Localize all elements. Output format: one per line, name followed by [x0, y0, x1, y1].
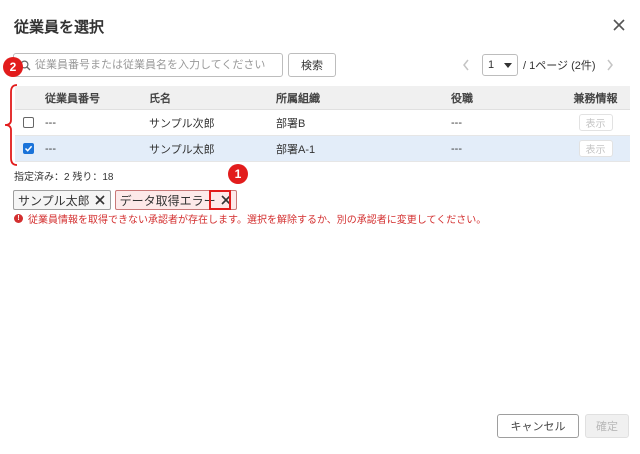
- cancel-button[interactable]: キャンセル: [497, 414, 579, 438]
- pager-info: / 1ページ (2件): [523, 60, 596, 72]
- row-checkbox[interactable]: [22, 143, 34, 154]
- chip-label: データ取得エラー: [119, 193, 216, 208]
- search-box: [13, 53, 283, 77]
- dialog-title: 従業員を選択: [14, 19, 105, 36]
- cell-org: 部署B: [276, 117, 306, 130]
- col-header-number: 従業員番号: [45, 92, 100, 105]
- error-icon: !: [14, 214, 23, 223]
- chevron-left-icon: [463, 59, 469, 71]
- col-header-org: 所属組織: [276, 92, 320, 105]
- cell-role: ---: [451, 116, 462, 129]
- row-checkbox[interactable]: [22, 117, 34, 128]
- pager-next-button[interactable]: [602, 57, 618, 73]
- annotation-bracket: [4, 84, 18, 166]
- annotation-highlight-box: [209, 190, 231, 210]
- page-select-value: 1: [488, 59, 495, 71]
- table-row[interactable]: --- サンプル太郎 部署A-1 --- 表示: [15, 136, 630, 162]
- error-message: ! 従業員情報を取得できない承認者が存在します。選択を解除するか、別の承認者に変…: [14, 211, 486, 226]
- close-icon: [95, 195, 105, 205]
- pager: 1 / 1ページ (2件): [458, 53, 618, 77]
- col-header-role: 役職: [451, 92, 473, 105]
- cell-org: 部署A-1: [276, 143, 316, 156]
- confirm-button[interactable]: 確定: [585, 414, 629, 438]
- chip-label: サンプル太郎: [18, 193, 90, 208]
- selected-chip: サンプル太郎: [13, 190, 111, 210]
- pager-prev-button[interactable]: [458, 57, 474, 73]
- show-extra-button[interactable]: 表示: [578, 140, 613, 157]
- chevron-right-icon: [606, 59, 613, 71]
- search-button[interactable]: 検索: [288, 53, 336, 77]
- cell-number: ---: [45, 142, 56, 155]
- annotation-badge-2: 2: [3, 57, 23, 77]
- col-header-name: 氏名: [149, 92, 171, 105]
- employee-table: 従業員番号 氏名 所属組織 役職 兼務情報 --- サンプル次郎 部署B ---…: [15, 86, 630, 162]
- table-row[interactable]: --- サンプル次郎 部署B --- 表示: [15, 110, 630, 136]
- selected-chips: サンプル太郎 データ取得エラー: [13, 190, 237, 210]
- show-extra-button[interactable]: 表示: [578, 114, 613, 131]
- col-header-extra: 兼務情報: [573, 92, 618, 105]
- close-icon: [613, 19, 625, 31]
- close-button[interactable]: [611, 17, 627, 33]
- table-header: 従業員番号 氏名 所属組織 役職 兼務情報: [15, 86, 630, 110]
- annotation-badge-1: 1: [228, 164, 248, 184]
- selection-counts: 指定済み：2 残り：18: [14, 172, 114, 183]
- page-select[interactable]: 1: [482, 54, 518, 76]
- caret-down-icon: [504, 62, 512, 68]
- search-input[interactable]: [35, 59, 275, 71]
- cell-name: サンプル太郎: [149, 143, 215, 156]
- cell-role: ---: [451, 142, 462, 155]
- check-icon: [24, 145, 32, 152]
- error-text: 従業員情報を取得できない承認者が存在します。選択を解除するか、別の承認者に変更し…: [28, 215, 487, 226]
- cell-name: サンプル次郎: [149, 117, 215, 130]
- chip-remove-button[interactable]: [90, 191, 110, 209]
- cell-number: ---: [45, 116, 56, 129]
